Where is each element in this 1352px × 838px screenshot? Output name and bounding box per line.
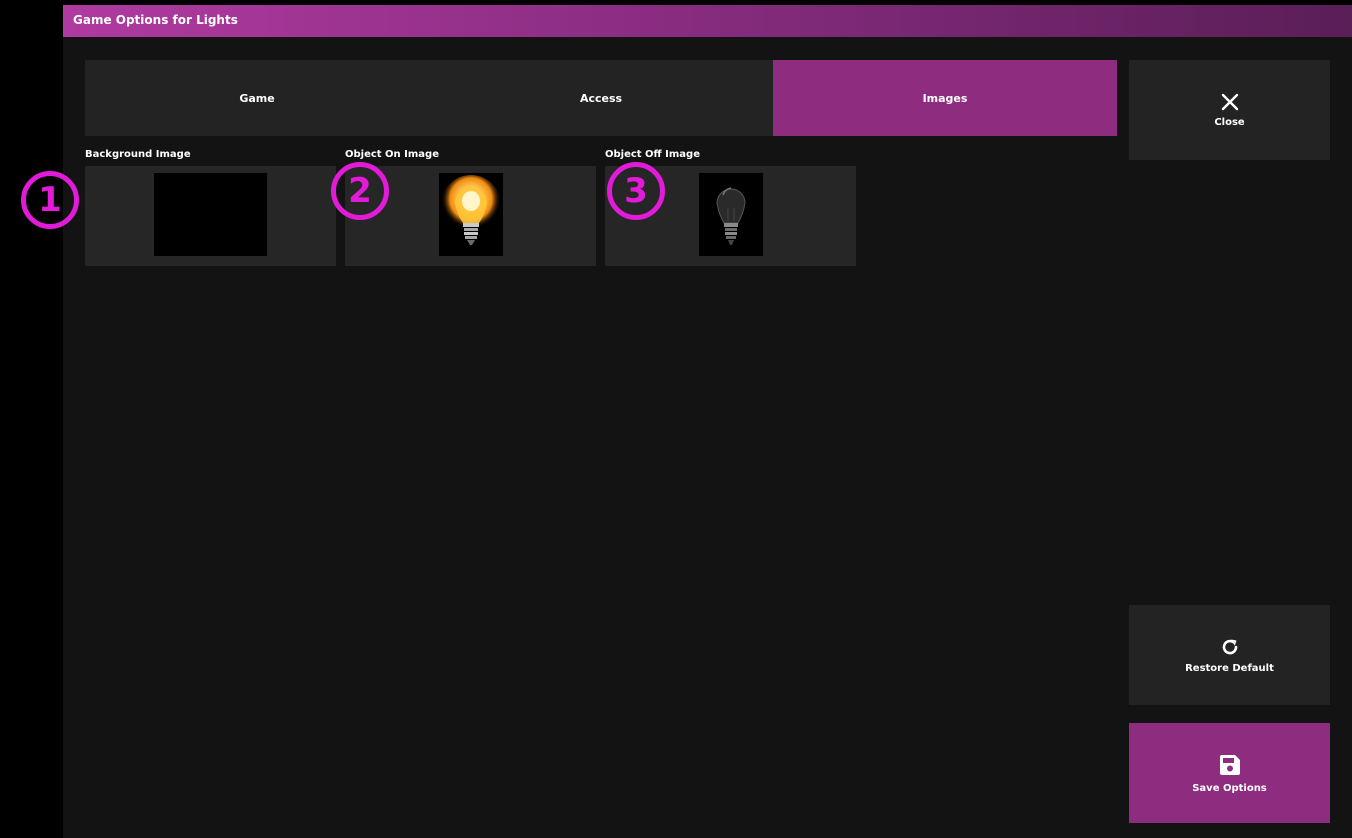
background-image-picker[interactable] xyxy=(85,166,336,266)
floppy-disk-icon xyxy=(1218,753,1242,777)
game-options-window: Game Options for Lights Game Access Imag… xyxy=(63,5,1352,838)
save-options-label: Save Options xyxy=(1192,782,1267,794)
tab-bar: Game Access Images xyxy=(85,60,1117,136)
close-icon xyxy=(1221,93,1239,111)
lit-lightbulb-thumbnail xyxy=(439,173,503,256)
tab-access[interactable]: Access xyxy=(429,60,773,136)
unlit-lightbulb-thumbnail xyxy=(699,173,763,256)
tab-images[interactable]: Images xyxy=(773,60,1117,136)
background-image-section: Background Image xyxy=(85,148,336,266)
tab-game[interactable]: Game xyxy=(85,60,429,136)
window-title: Game Options for Lights xyxy=(63,5,1352,37)
save-options-button[interactable]: Save Options xyxy=(1129,723,1330,823)
close-button[interactable]: Close xyxy=(1129,60,1330,160)
annotation-marker-1: 1 xyxy=(21,171,79,229)
restore-default-label: Restore Default xyxy=(1185,662,1274,674)
annotation-marker-3: 3 xyxy=(607,162,665,220)
annotation-marker-2: 2 xyxy=(331,162,389,220)
refresh-icon xyxy=(1220,637,1240,657)
restore-default-button[interactable]: Restore Default xyxy=(1129,605,1330,705)
background-image-thumbnail xyxy=(154,173,267,256)
background-image-label: Background Image xyxy=(85,149,191,160)
close-label: Close xyxy=(1214,116,1245,128)
object-on-image-label: Object On Image xyxy=(345,149,439,160)
